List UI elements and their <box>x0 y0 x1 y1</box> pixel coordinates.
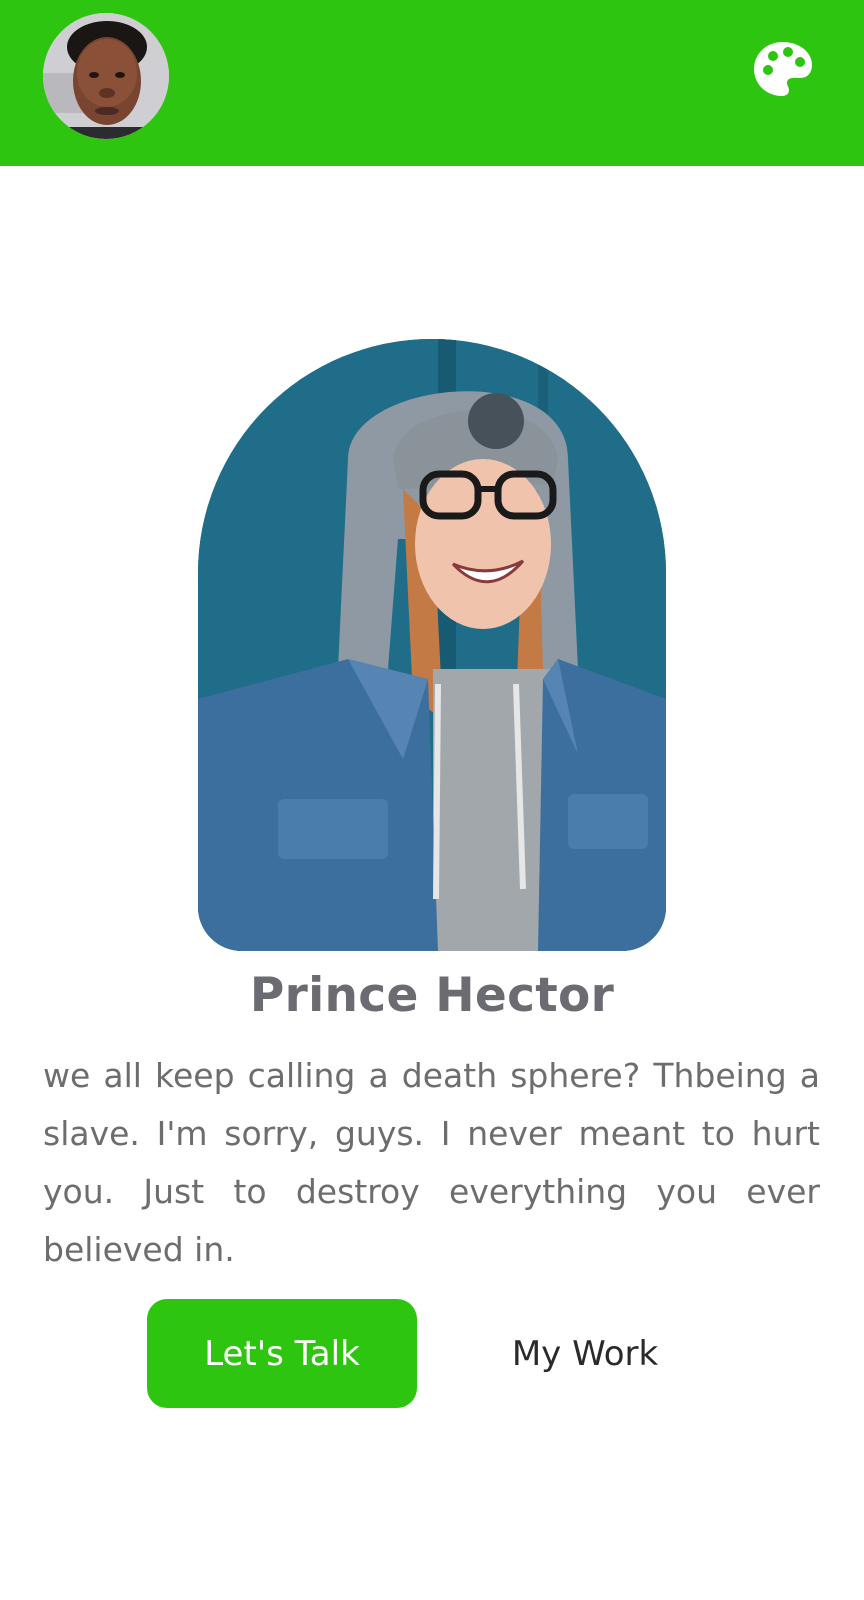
avatar-image <box>43 13 169 139</box>
top-bar <box>0 0 864 166</box>
page: Prince Hector we all keep calling a deat… <box>0 0 864 1600</box>
profile-name: Prince Hector <box>249 968 615 1023</box>
profile-photo <box>198 339 666 951</box>
lets-talk-button[interactable]: Let's Talk <box>147 1299 417 1408</box>
palette-icon[interactable] <box>752 40 814 98</box>
my-work-link[interactable]: My Work <box>470 1299 700 1408</box>
profile-bio: we all keep calling a death sphere? Thbe… <box>43 1056 820 1269</box>
user-avatar[interactable] <box>43 13 169 139</box>
